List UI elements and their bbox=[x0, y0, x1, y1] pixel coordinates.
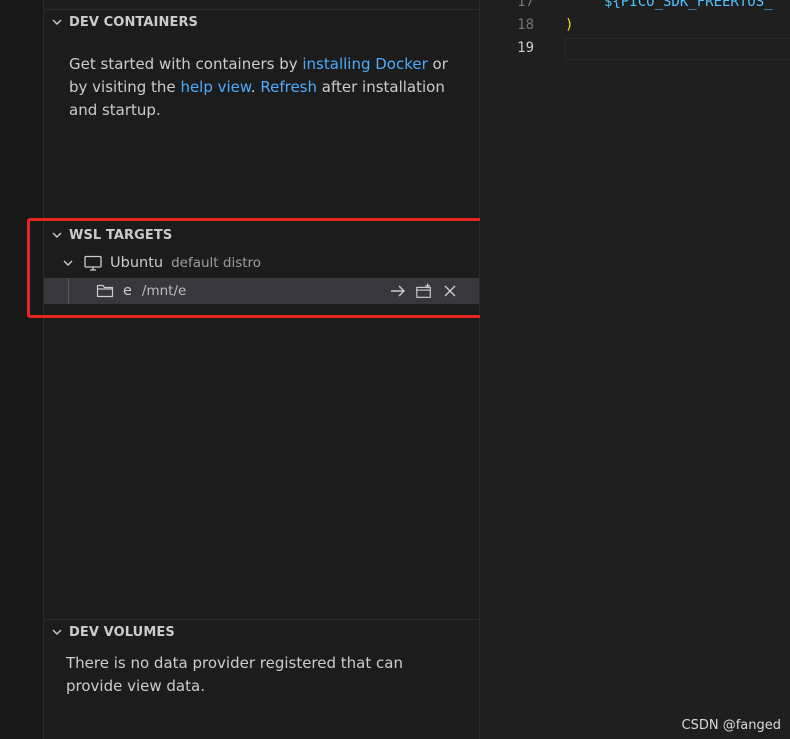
chevron-down-icon bbox=[47, 626, 67, 638]
highlight-box bbox=[27, 218, 489, 318]
installing-docker-link[interactable]: installing Docker bbox=[302, 55, 427, 73]
code-line: ) bbox=[565, 17, 574, 33]
welcome-text: Get started with containers by bbox=[69, 55, 303, 73]
refresh-link[interactable]: Refresh bbox=[260, 78, 317, 96]
help-view-link[interactable]: help view bbox=[180, 78, 250, 96]
line-number: 18 bbox=[517, 17, 534, 33]
dev-containers-header[interactable]: DEV CONTAINERS bbox=[44, 10, 479, 34]
remote-explorer-sidebar: DEV CONTAINERS Get started with containe… bbox=[44, 0, 480, 739]
current-line-highlight bbox=[565, 38, 790, 60]
dev-volumes-title: DEV VOLUMES bbox=[69, 624, 175, 640]
dev-containers-welcome: Get started with containers by installin… bbox=[69, 53, 464, 122]
dev-containers-title: DEV CONTAINERS bbox=[69, 14, 199, 30]
line-number: 17 bbox=[517, 0, 534, 10]
chevron-down-icon bbox=[47, 16, 67, 28]
code-line: ${PICO_SDK_FREERTOS_ bbox=[604, 0, 773, 10]
dev-volumes-message: There is no data provider registered tha… bbox=[66, 654, 403, 695]
dev-volumes-header[interactable]: DEV VOLUMES bbox=[44, 620, 479, 644]
watermark: CSDN @fanged bbox=[681, 718, 781, 733]
welcome-text: . bbox=[250, 78, 261, 96]
line-number: 19 bbox=[517, 40, 534, 56]
code-editor[interactable]: 17 18 19 ${PICO_SDK_FREERTOS_ ) CSDN @fa… bbox=[480, 0, 790, 739]
activity-bar bbox=[0, 0, 44, 739]
